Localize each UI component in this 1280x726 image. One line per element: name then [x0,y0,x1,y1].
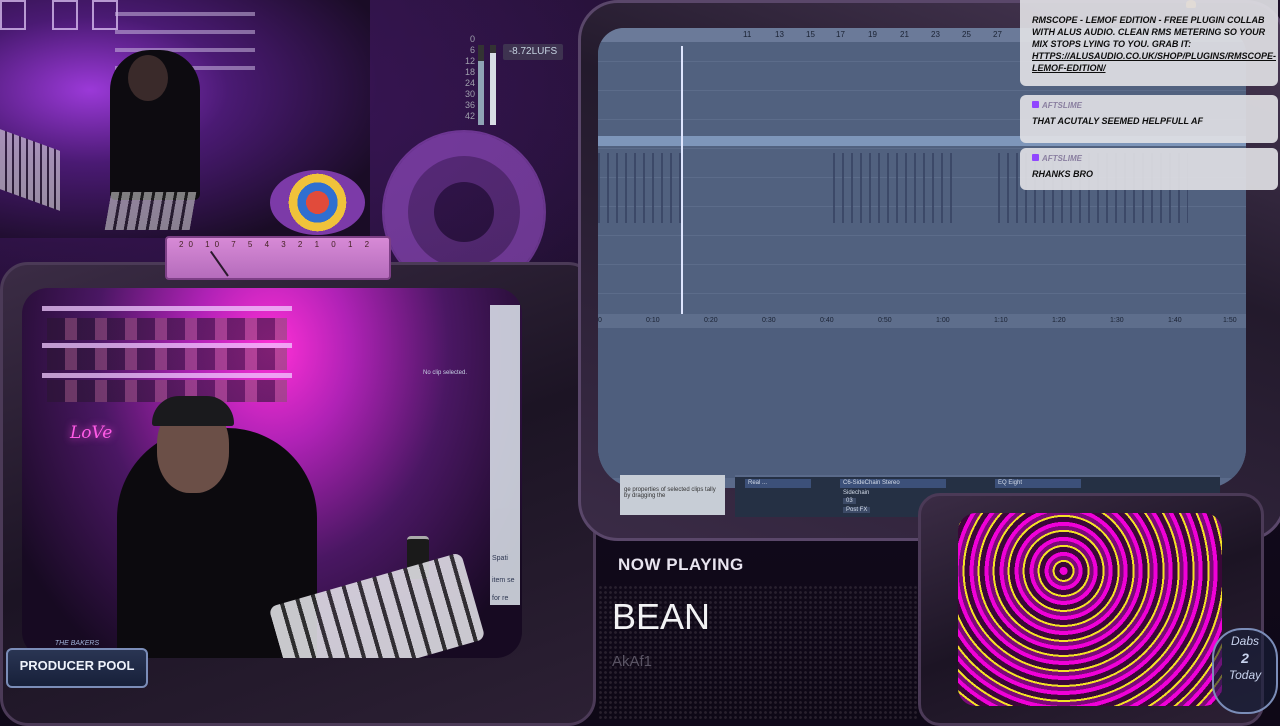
main-webcam-feed: LoVe [22,288,522,658]
ruler-tick: 25 [962,30,971,39]
time-tick: 1:30 [1110,317,1124,324]
now-playing-artist: AkAf1 [612,653,653,670]
sticker-art [270,170,365,235]
device-header[interactable]: Real ... [745,479,811,488]
producer-pool-tagline: THE BAKERS [54,640,100,647]
drum-pad-controller [104,192,197,230]
twitch-icon [1032,154,1039,161]
second-monitor-panel: Spati item se for re [490,305,520,605]
time-tick: 1:20 [1052,317,1066,324]
time-tick: 1:00 [936,317,950,324]
chat-text: RHANKS BRO [1032,169,1094,179]
chat-message: AFTSLIME THAT ACUTALY SEEMED HELPFULL AF [1020,95,1278,143]
time-tick: 1:40 [1168,317,1182,324]
playhead[interactable] [681,46,683,326]
audio-visualizer [958,513,1222,706]
chat-username: AFTSLIME [1032,101,1268,110]
vu-scale: 20 10 7 5 4 3 2 1 0 1 2 3 [179,240,375,249]
chat-text: RMSCOPE - LEMOF EDITION - FREE PLUGIN CO… [1032,15,1266,49]
chat-message: RMSCOPE - LEMOF EDITION - FREE PLUGIN CO… [1020,0,1278,86]
now-playing-title: BEAN [612,596,711,637]
streamer-cap [152,396,234,426]
time-ruler[interactable]: 0 0:10 0:20 0:30 0:40 0:50 1:00 1:10 1:2… [598,314,1246,328]
lufs-readout: -8.72LUFS [503,44,563,60]
meter-scale: 0 6 12 18 24 30 36 42 [464,34,475,121]
wall-frame [0,0,26,30]
streamer-head [128,55,168,101]
now-playing-label: NOW PLAYING [618,555,744,574]
device-header[interactable]: EQ Eight [995,479,1081,488]
info-view: ge properties of selected clips tally by… [620,475,725,515]
clip-detail-view[interactable] [598,328,1246,478]
chat-link[interactable]: HTTPS://ALUSAUDIO.CO.UK/SHOP/PLUGINS/RMS… [1032,50,1276,74]
time-tick: 1:10 [994,317,1008,324]
post-fx-select[interactable]: Post FX [843,507,871,513]
sidechain-label: Sidechain [843,490,870,496]
time-tick: 0:30 [762,317,776,324]
shelf [42,306,292,311]
time-tick: 0:20 [704,317,718,324]
chat-username: AFTSLIME [1032,154,1268,163]
sidechain-source[interactable]: 03 [843,498,856,504]
producer-pool-logo: THE BAKERS PRODUCER POOL [6,640,148,688]
wall-frame [52,0,78,30]
ruler-tick: 21 [900,30,909,39]
top-webcam-feed [0,0,370,238]
shelf [115,30,255,34]
midi-clip[interactable] [598,153,688,223]
twitch-icon [1032,101,1039,108]
neon-sign: LoVe [70,423,113,443]
ruler-tick: 23 [931,30,940,39]
chat-text: THAT ACUTALY SEEMED HELPFULL AF [1032,116,1203,126]
sneaker-row [47,348,287,370]
chat-message: AFTSLIME RHANKS BRO [1020,148,1278,190]
time-tick: 0:50 [878,317,892,324]
no-clip-message: No clip selected. [422,370,468,376]
device-header[interactable]: C6-SideChain Stereo [840,479,946,488]
producer-pool-name: PRODUCER POOL [19,658,135,673]
time-tick: 0:10 [646,317,660,324]
meter-bar-right [490,45,496,125]
logo-line: Dabs [1230,634,1259,648]
channel-logo: Dabs 2 Today [1212,628,1278,714]
logo-line: 2 [1241,650,1249,666]
sneaker-row [47,318,287,340]
meter-bar-left [478,45,484,125]
ruler-tick: 19 [868,30,877,39]
midi-clip[interactable] [833,153,953,223]
time-tick: 1:50 [1223,317,1237,324]
ruler-tick: 15 [806,30,815,39]
time-tick: 0:40 [820,317,834,324]
keyboard [0,129,60,211]
ruler-tick: 17 [836,30,845,39]
shelf [115,12,255,16]
time-tick: 0 [598,317,602,324]
ruler-tick: 11 [743,30,752,39]
ruler-tick: 27 [993,30,1002,39]
ruler-tick: 13 [775,30,784,39]
logo-line: Today [1228,668,1262,682]
vu-meter: 20 10 7 5 4 3 2 1 0 1 2 3 [165,236,391,280]
